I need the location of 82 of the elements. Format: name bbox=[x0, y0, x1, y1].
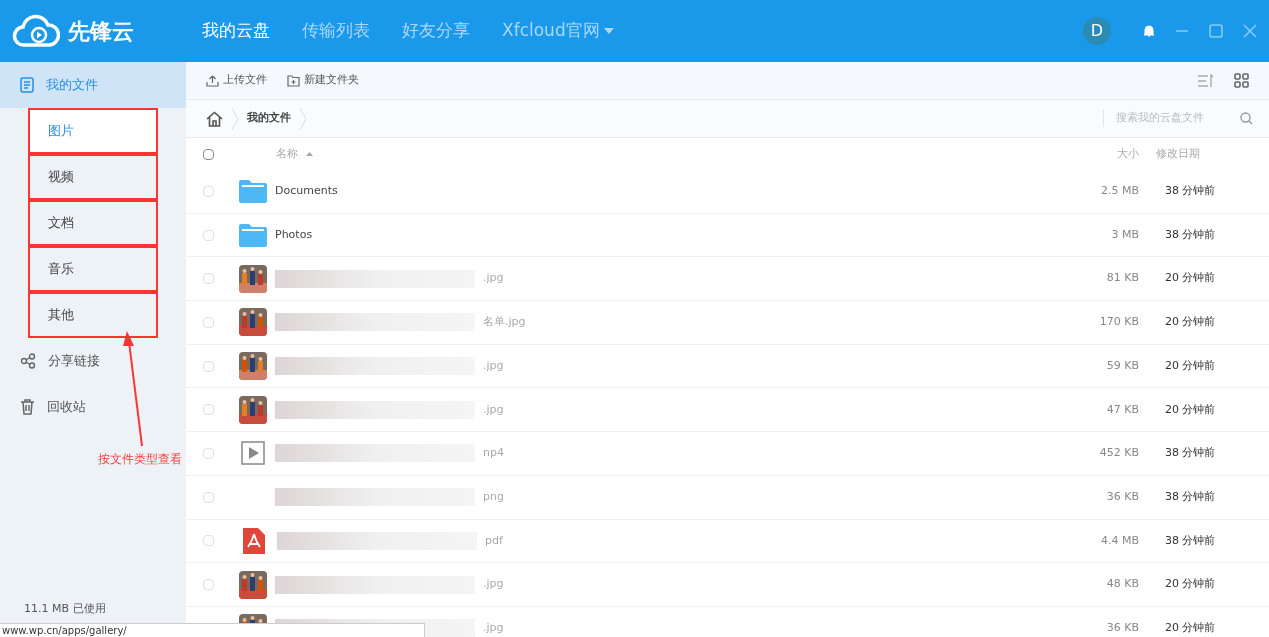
file-size: 36 KB bbox=[1105, 619, 1139, 636]
modified-time: 38 分钟前 bbox=[1164, 445, 1217, 462]
file-size: 3 MB bbox=[1110, 226, 1139, 243]
file-row[interactable]: np4 452 KB 38 分钟前 bbox=[186, 432, 1269, 476]
row-checkbox[interactable] bbox=[203, 316, 214, 328]
modified-time: 38 分钟前 bbox=[1164, 226, 1217, 243]
chevron-icon bbox=[231, 106, 239, 131]
search-icon[interactable] bbox=[1240, 112, 1253, 125]
row-checkbox[interactable] bbox=[203, 360, 214, 372]
file-row[interactable]: png 36 KB 38 分钟前 bbox=[186, 475, 1269, 520]
file-size: 170 KB bbox=[1098, 314, 1139, 331]
chevron-icon bbox=[299, 106, 307, 131]
file-size: 452 KB bbox=[1098, 445, 1139, 462]
file-row[interactable]: .jpg 48 KB 20 分钟前 bbox=[186, 563, 1269, 607]
file-row[interactable]: Photos 3 MB 38 分钟前 bbox=[186, 213, 1269, 258]
search-field[interactable]: 搜索我的云盘文件 bbox=[1103, 110, 1253, 127]
user-avatar[interactable]: D bbox=[1083, 17, 1111, 45]
file-row[interactable]: 名单.jpg 170 KB 20 分钟前 bbox=[186, 301, 1269, 345]
document-icon bbox=[20, 77, 34, 93]
file-row[interactable]: Documents 2.5 MB 38 分钟前 bbox=[186, 170, 1269, 214]
file-size: 2.5 MB bbox=[1099, 183, 1139, 200]
row-checkbox[interactable] bbox=[203, 185, 214, 197]
cloud-play-icon bbox=[12, 14, 60, 48]
modified-time: 20 分钟前 bbox=[1164, 619, 1217, 636]
toolbar-button[interactable]: 上传文件 bbox=[206, 72, 267, 89]
file-size: 4.4 MB bbox=[1099, 532, 1139, 549]
modified-time: 20 分钟前 bbox=[1164, 576, 1217, 593]
row-checkbox[interactable] bbox=[203, 535, 214, 547]
modified-time: 38 分钟前 bbox=[1164, 532, 1217, 549]
modified-time: 20 分钟前 bbox=[1164, 401, 1217, 418]
row-checkbox[interactable] bbox=[203, 273, 214, 285]
file-row[interactable]: .jpg 47 KB 20 分钟前 bbox=[186, 388, 1269, 433]
url-tooltip: www.wp.cn/apps/gallery/ bbox=[0, 623, 425, 637]
modified-time: 38 分钟前 bbox=[1164, 488, 1217, 505]
grid-icon[interactable] bbox=[1234, 73, 1249, 88]
close-icon[interactable] bbox=[1243, 24, 1257, 38]
play-icon bbox=[241, 441, 265, 466]
select-all-checkbox[interactable] bbox=[203, 148, 214, 160]
bell-icon[interactable] bbox=[1143, 25, 1155, 37]
file-row[interactable]: pdf 4.4 MB 38 分钟前 bbox=[186, 519, 1269, 564]
caret-icon bbox=[603, 28, 614, 34]
file-size: 47 KB bbox=[1105, 401, 1139, 418]
modified-time: 20 分钟前 bbox=[1164, 314, 1217, 331]
file-size: 81 KB bbox=[1105, 270, 1139, 287]
sidebar-subitem[interactable]: 图片 bbox=[28, 108, 158, 154]
row-checkbox[interactable] bbox=[203, 229, 214, 241]
file-row[interactable]: .jpg 59 KB 20 分钟前 bbox=[186, 344, 1269, 389]
file-name[interactable]: Documents bbox=[275, 183, 338, 200]
file-size: 59 KB bbox=[1105, 357, 1139, 374]
breadcrumb-link[interactable]: 我的文件 bbox=[247, 110, 291, 127]
row-checkbox[interactable] bbox=[203, 404, 214, 416]
sidebar-subitem[interactable]: 视频 bbox=[28, 154, 158, 200]
sidebar-item[interactable]: 分享链接 bbox=[0, 338, 186, 384]
trash-icon bbox=[20, 399, 35, 415]
sidebar-item[interactable]: 回收站 bbox=[0, 384, 186, 430]
sort-icon[interactable] bbox=[1197, 73, 1214, 88]
folder-plus-icon bbox=[287, 74, 300, 87]
file-row[interactable]: .jpg 81 KB 20 分钟前 bbox=[186, 257, 1269, 302]
row-checkbox[interactable] bbox=[203, 579, 214, 591]
row-checkbox[interactable] bbox=[203, 491, 214, 503]
folder-icon bbox=[239, 223, 267, 248]
sidebar-subitem[interactable]: 文档 bbox=[28, 200, 158, 246]
modified-time: 38 分钟前 bbox=[1164, 183, 1217, 200]
file-size: 48 KB bbox=[1105, 576, 1139, 593]
pdf-icon bbox=[243, 527, 265, 554]
app-name: 先锋云 bbox=[68, 17, 134, 46]
modified-time: 20 分钟前 bbox=[1164, 357, 1217, 374]
folder-icon bbox=[239, 179, 267, 204]
annotation-label: 按文件类型查看 bbox=[98, 451, 182, 468]
toolbar-button[interactable]: 新建文件夹 bbox=[287, 72, 359, 89]
maximize-icon[interactable] bbox=[1209, 24, 1223, 38]
storage-usage: 11.1 MB 已使用 bbox=[23, 600, 107, 617]
sidebar-subitem[interactable]: 音乐 bbox=[28, 246, 158, 292]
modified-time: 20 分钟前 bbox=[1164, 270, 1217, 287]
home-icon[interactable] bbox=[206, 110, 223, 127]
file-name[interactable]: Photos bbox=[275, 226, 313, 244]
sidebar-subitem[interactable]: 其他 bbox=[28, 292, 158, 338]
upload-icon bbox=[206, 74, 219, 87]
file-size: 36 KB bbox=[1105, 488, 1139, 505]
sort-up-icon bbox=[306, 152, 313, 156]
share-icon bbox=[20, 353, 36, 369]
row-checkbox[interactable] bbox=[203, 447, 214, 459]
